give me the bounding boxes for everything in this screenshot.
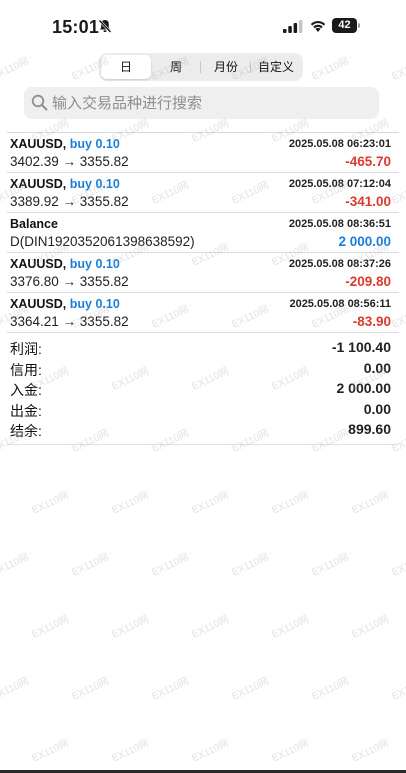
summary-label: 结余: <box>10 423 42 439</box>
watermark-text: EX110网 <box>110 490 151 517</box>
summary-value: 2 000.00 <box>336 380 392 396</box>
watermark-text: EX110网 <box>70 552 111 579</box>
history-row[interactable]: Balance 2025.05.08 08:36:51 D(DIN1920352… <box>7 213 399 253</box>
row-time: 2025.05.08 07:12:04 <box>288 178 391 190</box>
summary-value: 0.00 <box>363 400 391 417</box>
history-list: XAUUSD, buy 0.10 2025.05.08 06:23:01 340… <box>7 132 399 445</box>
watermark-text: EX110网 <box>270 614 311 641</box>
row-action: buy 0.10 <box>69 257 120 271</box>
watermark-text: EX110网 <box>70 676 111 703</box>
watermark-text: EX110网 <box>230 676 271 703</box>
watermark-text: EX110网 <box>350 490 391 517</box>
battery-level: 42 <box>332 18 357 33</box>
watermark-text: EX110网 <box>390 676 406 703</box>
tab-month-label: 月份 <box>213 60 238 74</box>
watermark-text: EX110网 <box>30 738 71 765</box>
summary-label: 出金: <box>10 402 42 419</box>
watermark-text: EX110网 <box>110 738 151 765</box>
watermark-text: EX110网 <box>190 738 231 765</box>
summary-label: 利润: <box>10 341 42 357</box>
cellular-signal-icon <box>283 20 303 33</box>
watermark-text: EX110网 <box>310 676 351 703</box>
history-row[interactable]: XAUUSD, buy 0.10 2025.05.08 07:12:04 338… <box>7 173 399 213</box>
summary-label: 入金: <box>10 382 42 398</box>
watermark-text: EX110网 <box>270 490 311 517</box>
summary-value: 0.00 <box>363 359 391 376</box>
search-input[interactable] <box>52 87 372 119</box>
symbol-search-bar <box>24 87 379 119</box>
watermark-text: EX110网 <box>390 552 406 579</box>
bell-muted-icon <box>97 18 113 34</box>
battery-icon: 42 <box>332 18 360 33</box>
row-detail: 3376.80 → 3355.82 <box>10 274 129 289</box>
row-detail: 3364.21 → 3355.82 <box>10 314 129 329</box>
watermark-text: EX110网 <box>390 56 406 83</box>
row-action: buy 0.10 <box>69 177 120 191</box>
tab-month[interactable]: 月份 <box>201 55 251 79</box>
row-time: 2025.05.08 06:23:01 <box>288 138 391 150</box>
row-title: XAUUSD, buy 0.10 <box>10 257 120 271</box>
summary-row-credit: 信用: 0.00 <box>7 358 399 379</box>
watermark-text: EX110网 <box>350 614 391 641</box>
tab-week-label: 周 <box>169 60 182 74</box>
search-icon <box>31 94 48 111</box>
watermark-text: EX110网 <box>310 56 351 83</box>
row-title: XAUUSD, buy 0.10 <box>10 177 120 191</box>
watermark-text: EX110网 <box>310 552 351 579</box>
watermark-text: EX110网 <box>30 614 71 641</box>
row-title: Balance <box>10 217 58 231</box>
watermark-text: EX110网 <box>110 614 151 641</box>
summary-row-balance: 结余: 899.60 <box>7 419 399 440</box>
summary-row-deposit: 入金: 2 000.00 <box>7 378 399 399</box>
row-profit: -341.00 <box>345 194 391 209</box>
row-title: XAUUSD, buy 0.10 <box>10 297 120 311</box>
watermark-text: EX110网 <box>350 738 391 765</box>
row-action: buy 0.10 <box>69 297 120 311</box>
period-segmented-control: 日 周 月份 自定义 <box>99 53 303 81</box>
row-detail: D(DIN1920352061398638592) <box>10 234 195 249</box>
summary-row-profit: 利润: -1 100.40 <box>7 337 399 358</box>
watermark-text: EX110网 <box>230 552 271 579</box>
row-profit: -465.70 <box>345 154 391 169</box>
row-profit: -83.90 <box>352 314 391 329</box>
clock: 15:01 <box>52 17 100 37</box>
row-time: 2025.05.08 08:36:51 <box>288 218 391 230</box>
row-time: 2025.05.08 08:56:11 <box>289 298 391 310</box>
tab-day[interactable]: 日 <box>101 55 151 79</box>
watermark-text: EX110网 <box>30 490 71 517</box>
row-title: XAUUSD, buy 0.10 <box>10 137 120 151</box>
watermark-text: EX110网 <box>150 552 191 579</box>
summary-value: 899.60 <box>348 421 391 437</box>
watermark-text: EX110网 <box>270 738 311 765</box>
watermark-text: EX110网 <box>190 490 231 517</box>
wifi-icon <box>309 18 327 33</box>
row-profit: 2 000.00 <box>338 234 391 249</box>
status-bar: 15:01 42 <box>0 0 406 50</box>
row-detail: 3389.92 → 3355.82 <box>10 194 129 209</box>
tab-custom[interactable]: 自定义 <box>251 55 301 79</box>
watermark-text: EX110网 <box>0 56 31 83</box>
watermark-text: EX110网 <box>0 676 31 703</box>
watermark-text: EX110网 <box>150 676 191 703</box>
summary-row-withdrawal: 出金: 0.00 <box>7 399 399 420</box>
history-row[interactable]: XAUUSD, buy 0.10 2025.05.08 06:23:01 340… <box>7 133 399 173</box>
row-time: 2025.05.08 08:37:26 <box>288 258 391 270</box>
history-row[interactable]: XAUUSD, buy 0.10 2025.05.08 08:37:26 337… <box>7 253 399 293</box>
summary-block: 利润: -1 100.40 信用: 0.00 入金: 2 000.00 出金: … <box>7 333 399 445</box>
summary-label: 信用: <box>10 361 42 378</box>
row-action: buy 0.10 <box>69 137 120 151</box>
tab-week[interactable]: 周 <box>151 55 201 79</box>
watermark-text: EX110网 <box>0 552 31 579</box>
history-row[interactable]: XAUUSD, buy 0.10 2025.05.08 08:56:11 336… <box>7 293 399 333</box>
summary-value: -1 100.40 <box>331 339 391 355</box>
row-profit: -209.80 <box>345 274 391 289</box>
row-detail: 3402.39 → 3355.82 <box>10 154 129 169</box>
watermark-text: EX110网 <box>190 614 231 641</box>
